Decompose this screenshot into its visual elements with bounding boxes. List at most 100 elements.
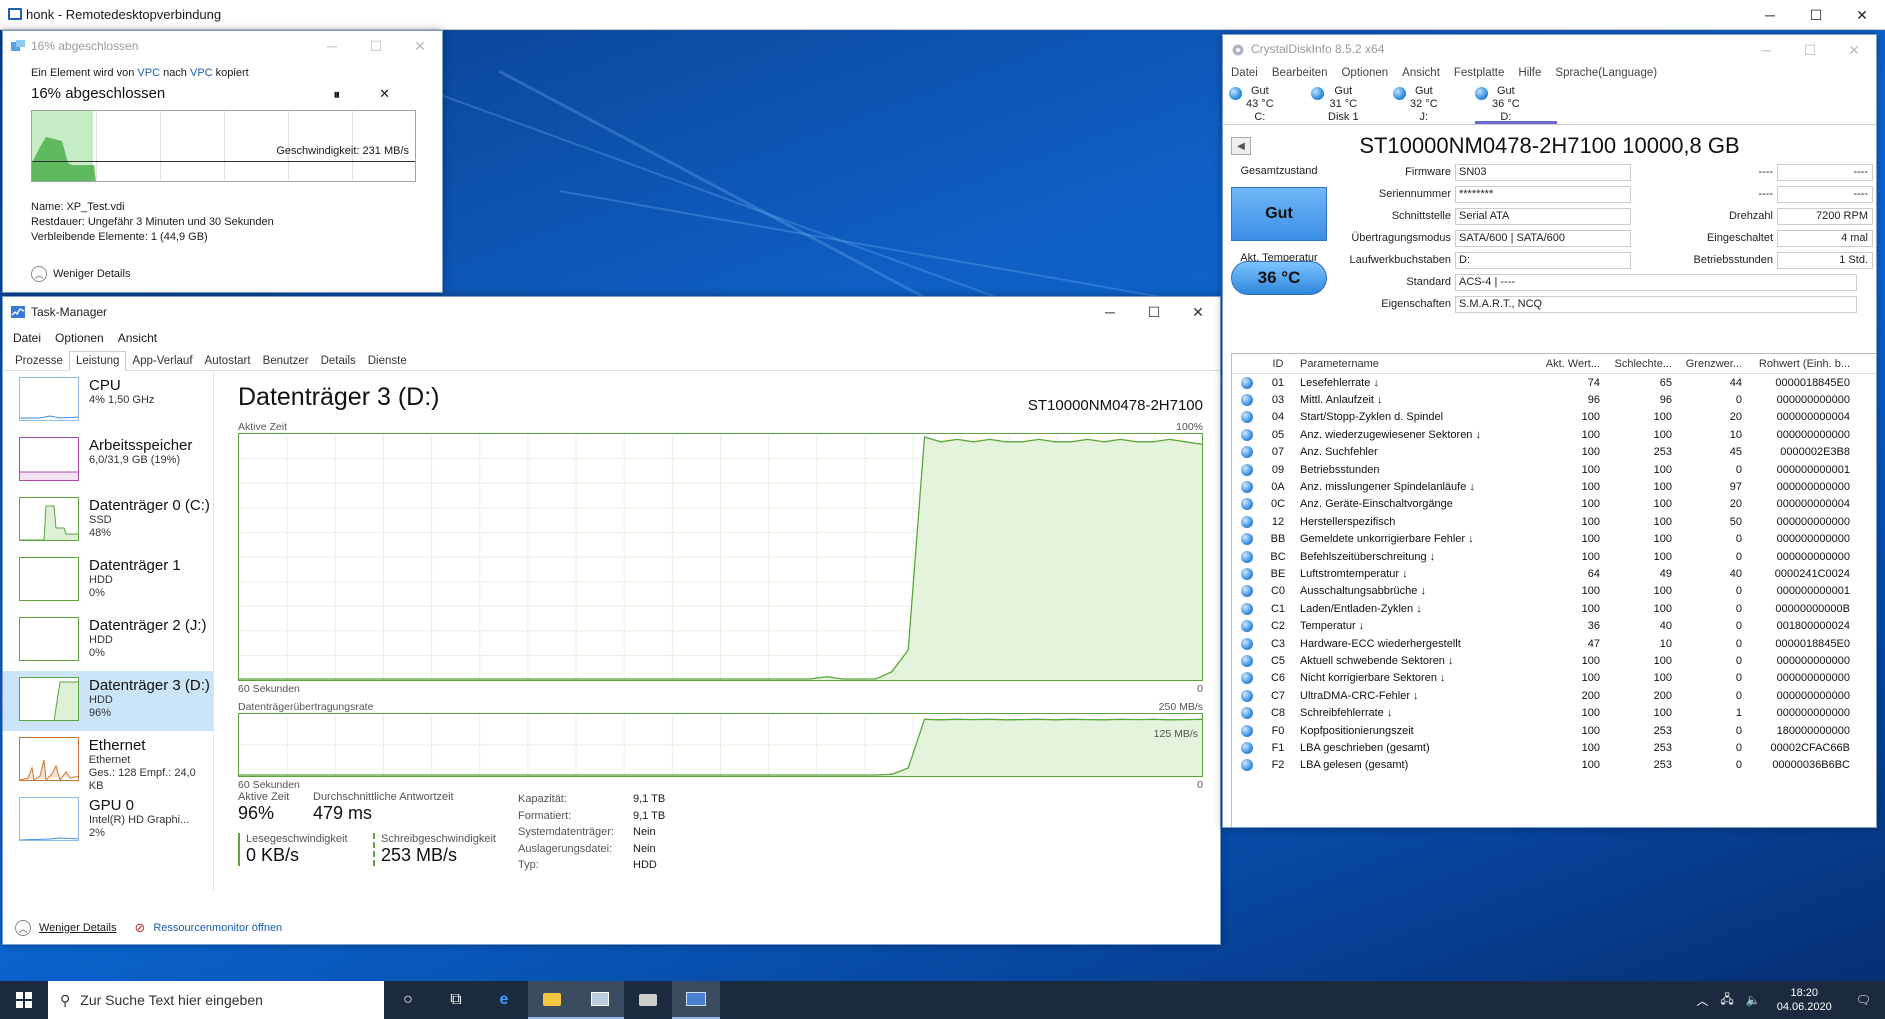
copy-source-link[interactable]: VPC: [137, 67, 160, 79]
smart-row[interactable]: 07 Anz. Suchfehler 100 253 45 0000002E3B8: [1232, 444, 1876, 461]
cancel-icon[interactable]: ✕: [379, 86, 390, 102]
menu-hilfe[interactable]: Hilfe: [1518, 67, 1541, 79]
smart-row[interactable]: 0A Anz. misslungener Spindelanläufe ↓ 100 1…: [1232, 478, 1876, 495]
drive-c[interactable]: Gut 43 °C C:: [1229, 83, 1311, 124]
drive-disk1[interactable]: Gut 31 °C Disk 1: [1311, 83, 1393, 124]
smart-row[interactable]: C6 Nicht korrigierbare Sektoren ↓ 100 100 0 0…: [1232, 670, 1876, 687]
header-id[interactable]: ID: [1262, 358, 1294, 370]
network-icon[interactable]: 🖧: [1714, 990, 1739, 1011]
smart-row[interactable]: 12 Herstellerspezifisch 100 100 50 0000000000…: [1232, 513, 1876, 530]
menu-ansicht[interactable]: Ansicht: [118, 331, 157, 345]
taskbar-search[interactable]: ⚲ Zur Suche Text hier eingeben: [48, 981, 384, 1019]
smart-row[interactable]: 01 Lesefehlerrate ↓ 74 65 44 0000018845E0: [1232, 374, 1876, 391]
smart-row[interactable]: BB Gemeldete unkorrigierbare Fehler ↓ 100 1…: [1232, 531, 1876, 548]
close-icon[interactable]: ✕: [1839, 0, 1885, 30]
menu-sprache[interactable]: Sprache(Language): [1555, 67, 1657, 79]
drive-d[interactable]: Gut 36 °C D:: [1475, 83, 1557, 124]
resource-monitor-link[interactable]: Ressourcenmonitor öffnen: [153, 922, 282, 934]
smart-row[interactable]: C0 Ausschaltungsabbrüche ↓ 100 100 0 00000000…: [1232, 583, 1876, 600]
header-current[interactable]: Akt. Wert...: [1542, 358, 1604, 370]
status-dot-cell: [1232, 428, 1262, 441]
smart-row[interactable]: C1 Laden/Entladen-Zyklen ↓ 100 100 0 00000000…: [1232, 600, 1876, 617]
minimize-icon[interactable]: ─: [310, 31, 354, 61]
menu-bearbeiten[interactable]: Bearbeiten: [1272, 67, 1328, 79]
tab-dienste[interactable]: Dienste: [362, 352, 413, 370]
smart-row[interactable]: F1 LBA geschrieben (gesamt) 100 253 0 00002CF…: [1232, 739, 1876, 756]
tab-details[interactable]: Details: [315, 352, 362, 370]
drive-j[interactable]: Gut 32 °C J:: [1393, 83, 1475, 124]
header-worst[interactable]: Schlechte...: [1604, 358, 1676, 370]
menu-optionen[interactable]: Optionen: [55, 331, 104, 345]
task-view-icon[interactable]: ⧉: [432, 981, 480, 1019]
sidebar-item-cpu[interactable]: CPU 4% 1,50 GHz: [3, 371, 213, 431]
smart-row[interactable]: 03 Mittl. Anlaufzeit ↓ 96 96 0 000000000000: [1232, 391, 1876, 408]
notification-icon[interactable]: 🗨: [1842, 993, 1885, 1007]
remote-desktop-taskbar-icon[interactable]: [672, 981, 720, 1019]
sidebar-item-disk2[interactable]: Datenträger 2 (J:) HDD 0%: [3, 611, 213, 671]
task-manager-taskbar-icon[interactable]: [576, 981, 624, 1019]
sidebar-item-disk0[interactable]: Datenträger 0 (C:) SSD 48%: [3, 491, 213, 551]
smart-row[interactable]: BC Befehlszeitüberschreitung ↓ 100 100 0 0000…: [1232, 548, 1876, 565]
edge-icon[interactable]: e: [480, 981, 528, 1019]
smart-row[interactable]: C7 UltraDMA-CRC-Fehler ↓ 200 200 0 0000000000…: [1232, 687, 1876, 704]
maximize-icon[interactable]: ☐: [1132, 297, 1176, 327]
minimize-icon[interactable]: ─: [1747, 0, 1793, 30]
file-explorer-icon[interactable]: [528, 981, 576, 1019]
sidebar-item-name: Ethernet: [88, 737, 146, 754]
maximize-icon[interactable]: ☐: [354, 31, 398, 61]
tm-fewer-details-link[interactable]: Weniger Details: [39, 922, 116, 934]
menu-festplatte[interactable]: Festplatte: [1454, 67, 1505, 79]
sidebar-item-disk3[interactable]: Datenträger 3 (D:) HDD 96%: [3, 671, 213, 731]
sidebar-item-ethernet[interactable]: Ethernet Ethernet Ges.: 128 Empf.: 24,0 KB: [3, 731, 213, 792]
close-icon[interactable]: ✕: [398, 31, 442, 61]
close-icon[interactable]: ✕: [1832, 35, 1876, 65]
tab-app-verlauf[interactable]: App-Verlauf: [126, 352, 198, 370]
chevron-up-icon[interactable]: ︿: [1690, 992, 1714, 1009]
header-threshold[interactable]: Grenzwer...: [1676, 358, 1746, 370]
copy-window-controls: ─ ☐ ✕: [310, 31, 442, 61]
smart-row[interactable]: C2 Temperatur ↓ 36 40 0 001800000024: [1232, 617, 1876, 634]
copy-destination-link[interactable]: VPC: [190, 67, 213, 79]
menu-ansicht[interactable]: Ansicht: [1402, 67, 1440, 79]
maximize-icon[interactable]: ☐: [1788, 35, 1832, 65]
start-button[interactable]: [0, 981, 48, 1019]
menu-datei[interactable]: Datei: [1231, 67, 1258, 79]
header-name[interactable]: Parametername: [1294, 358, 1542, 370]
copy-fewer-details-button[interactable]: ︿ Weniger Details: [31, 266, 130, 282]
tab-autostart[interactable]: Autostart: [199, 352, 257, 370]
sidebar-item-memory[interactable]: Arbeitsspeicher 6,0/31,9 GB (19%): [3, 431, 213, 491]
minimize-icon[interactable]: ─: [1088, 297, 1132, 327]
tab-benutzer[interactable]: Benutzer: [257, 352, 315, 370]
smart-row[interactable]: F0 Kopfpositionierungszeit 100 253 0 18000000…: [1232, 722, 1876, 739]
smart-row[interactable]: 0C Anz. Geräte-Einschaltvorgänge 100 100 20 0…: [1232, 496, 1876, 513]
smart-row[interactable]: C5 Aktuell schwebende Sektoren ↓ 100 100 0 00…: [1232, 652, 1876, 669]
smart-row[interactable]: 09 Betriebsstunden 100 100 0 000000000001: [1232, 461, 1876, 478]
cortana-icon[interactable]: ○: [384, 981, 432, 1019]
smart-row[interactable]: F2 LBA gelesen (gesamt) 100 253 0 00000036B6B…: [1232, 757, 1876, 774]
health-status-button[interactable]: Gut: [1231, 187, 1327, 241]
pause-icon[interactable]: ⏸: [334, 87, 341, 103]
smart-row[interactable]: 04 Start/Stopp-Zyklen d. Spindel 100 100 20 0…: [1232, 409, 1876, 426]
menu-datei[interactable]: Datei: [13, 331, 41, 345]
smart-raw: 000000000000: [1776, 533, 1850, 546]
smart-raw: 000000000001: [1776, 463, 1850, 476]
maximize-icon[interactable]: ☐: [1793, 0, 1839, 30]
smart-row[interactable]: C3 Hardware-ECC wiederhergestellt 47 10 0 000…: [1232, 635, 1876, 652]
menu-optionen[interactable]: Optionen: [1341, 67, 1388, 79]
chevron-up-icon[interactable]: ︿: [15, 920, 31, 936]
smart-row[interactable]: 05 Anz. wiederzugewiesener Sektoren ↓ 100 1…: [1232, 426, 1876, 443]
sidebar-item-gpu[interactable]: GPU 0 Intel(R) HD Graphi... 2%: [3, 791, 213, 851]
drive-temp: 32 °C: [1410, 98, 1438, 110]
header-raw[interactable]: Rohwert (Einh. b...: [1746, 358, 1856, 370]
clock[interactable]: 18:20 04.06.2020: [1767, 986, 1842, 1014]
tab-leistung[interactable]: Leistung: [68, 351, 127, 371]
tab-prozesse[interactable]: Prozesse: [9, 352, 69, 370]
chart2-max: 250 MB/s: [1158, 701, 1203, 713]
sidebar-item-disk1[interactable]: Datenträger 1 HDD 0%: [3, 551, 213, 611]
smart-row[interactable]: BE Luftstromtemperatur ↓ 64 49 40 0000241C002…: [1232, 565, 1876, 582]
smart-row[interactable]: C8 Schreibfehlerrate ↓ 100 100 1 000000000000: [1232, 704, 1876, 721]
crystaldiskinfo-taskbar-icon[interactable]: [624, 981, 672, 1019]
volume-icon[interactable]: 🔈: [1740, 993, 1767, 1007]
close-icon[interactable]: ✕: [1176, 297, 1220, 327]
minimize-icon[interactable]: ─: [1744, 35, 1788, 65]
